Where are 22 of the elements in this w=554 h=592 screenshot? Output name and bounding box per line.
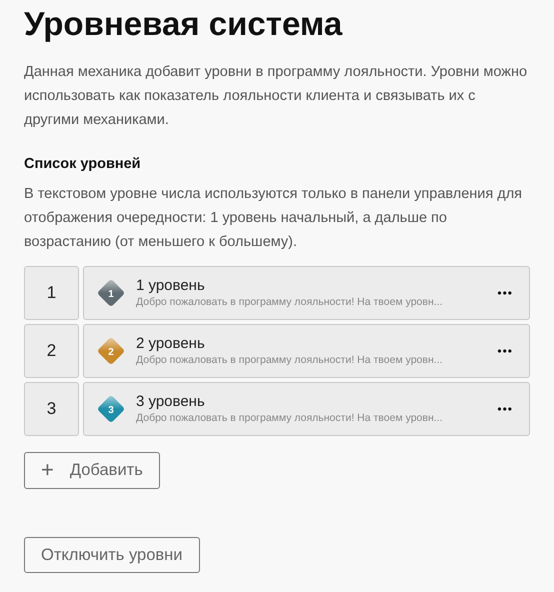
level-card[interactable]: 3 3 уровень Добро пожаловать в программу лояльности! На твоем уровн... ••• <box>83 382 530 436</box>
level-name: 2 уровень <box>136 334 206 354</box>
more-menu-button[interactable]: ••• <box>497 284 513 302</box>
level-subtitle: Добро пожаловать в программу лояльности! На твоем уровн... <box>136 295 444 310</box>
add-button[interactable]: + Добавить <box>24 452 160 488</box>
page-title: Уровневая система <box>24 4 344 44</box>
level-subtitle: Добро пожаловать в программу лояльности! На твоем уровн... <box>136 411 444 426</box>
level-subtitle: Добро пожаловать в программу лояльности! На твоем уровн... <box>136 353 444 368</box>
level-name: 1 уровень <box>136 276 206 296</box>
order-number: 2 <box>24 324 79 378</box>
description-text: Данная механика добавит уровни в программу лояльности. Уровни можно использовать как показатель лояльности клиента и связывать их с другими механиками. <box>24 63 528 130</box>
plus-icon: + <box>41 459 54 482</box>
disable-levels-button[interactable]: Отключить уровни <box>24 536 200 574</box>
section-note: В текстовом уровне числа используются только в панели управления для отображения очередности: 1 уровень начальный, а дальше по возрастанию (от меньшего к большему). <box>24 184 524 252</box>
order-number: 1 <box>24 266 79 320</box>
order-number: 3 <box>24 382 79 436</box>
more-menu-button[interactable]: ••• <box>497 400 513 418</box>
more-menu-button[interactable]: ••• <box>497 342 513 360</box>
section-title: Список уровней <box>24 155 142 174</box>
level-name: 3 уровень <box>136 392 206 412</box>
level-card[interactable]: 1 1 уровень Добро пожаловать в программу лояльности! На твоем уровн... ••• <box>83 266 530 320</box>
level-card[interactable]: 2 2 уровень Добро пожаловать в программу лояльности! На твоем уровн... ••• <box>83 324 530 378</box>
